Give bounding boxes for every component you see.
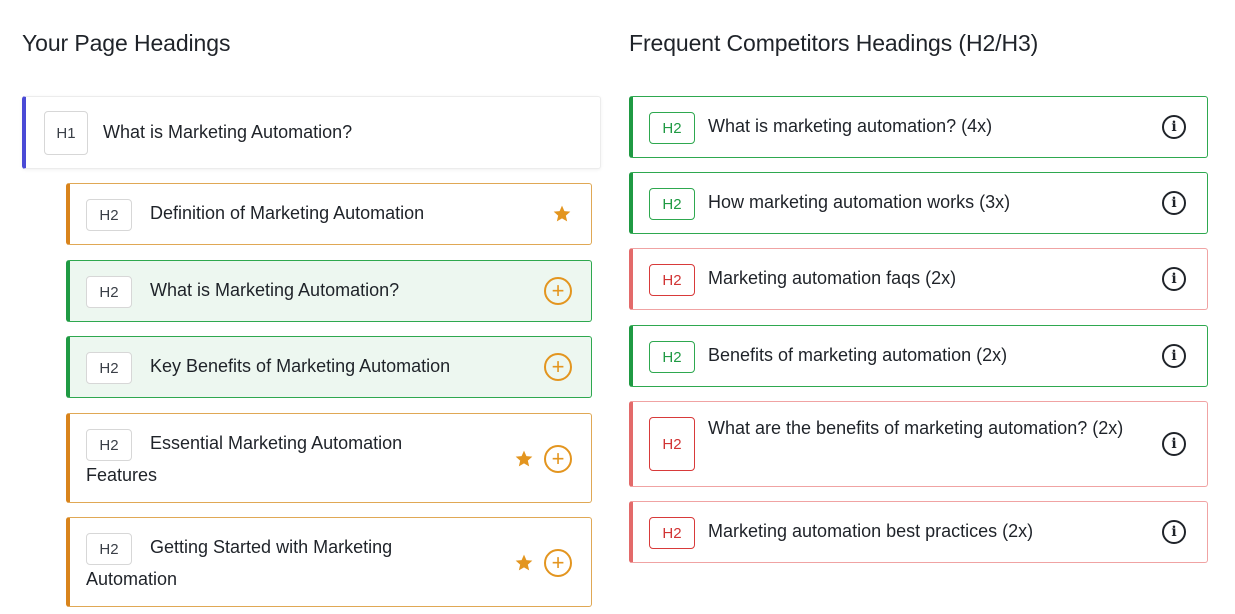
h2-tag: H2	[649, 517, 695, 549]
h2-heading-card: H2 Getting Started with Marketing Automa…	[66, 517, 592, 607]
h1-heading-text: What is Marketing Automation?	[103, 122, 353, 142]
h2-tag: H2	[86, 199, 132, 231]
competitor-heading-text: Marketing automation best practices (2x)	[708, 521, 1034, 541]
h2-heading-text: Getting Started with Marketing Automatio…	[86, 537, 393, 589]
h1-heading-card: H1 What is Marketing Automation?	[22, 96, 601, 169]
competitors-headings-title: Frequent Competitors Headings (H2/H3)	[629, 30, 1039, 56]
competitor-heading-text: How marketing automation works (3x)	[708, 192, 1011, 212]
h2-tag: H2	[649, 188, 695, 220]
star-icon[interactable]	[552, 204, 572, 224]
star-icon[interactable]	[514, 553, 534, 573]
competitor-heading-card: H2 How marketing automation works (3x) i	[629, 172, 1208, 234]
competitor-heading-card: H2 Marketing automation best practices (…	[629, 501, 1208, 563]
h2-heading-text: Key Benefits of Marketing Automation	[150, 356, 451, 376]
h2-heading-card: H2 Definition of Marketing Automation	[66, 183, 592, 245]
info-icon[interactable]: i	[1162, 432, 1186, 456]
h2-tag: H2	[649, 112, 695, 144]
info-icon[interactable]: i	[1162, 191, 1186, 215]
h2-tag: H2	[649, 417, 695, 471]
h2-heading-card: H2 Key Benefits of Marketing Automation …	[66, 336, 592, 398]
your-page-headings-title: Your Page Headings	[22, 30, 231, 56]
competitor-heading-card: H2 What are the benefits of marketing au…	[629, 401, 1208, 487]
h1-tag: H1	[44, 111, 88, 155]
info-icon[interactable]: i	[1162, 520, 1186, 544]
h2-tag: H2	[86, 276, 132, 308]
competitor-heading-text: What are the benefits of marketing autom…	[708, 418, 1124, 438]
h2-heading-text: What is Marketing Automation?	[150, 280, 400, 300]
competitor-heading-card: H2 What is marketing automation? (4x) i	[629, 96, 1208, 158]
h2-heading-card: H2 What is Marketing Automation? +	[66, 260, 592, 322]
h2-heading-text: Definition of Marketing Automation	[150, 203, 425, 223]
competitor-heading-text: Benefits of marketing automation (2x)	[708, 345, 1008, 365]
h2-tag: H2	[86, 352, 132, 384]
h2-heading-text: Essential Marketing Automation Features	[86, 433, 403, 485]
h2-heading-card: H2 Essential Marketing Automation Featur…	[66, 413, 592, 503]
h2-tag: H2	[649, 264, 695, 296]
competitor-heading-card: H2 Benefits of marketing automation (2x)…	[629, 325, 1208, 387]
add-circle-icon[interactable]: +	[544, 445, 572, 473]
add-circle-icon[interactable]: +	[544, 353, 572, 381]
competitor-heading-card: H2 Marketing automation faqs (2x) i	[629, 248, 1208, 310]
h2-tag: H2	[649, 341, 695, 373]
add-circle-icon[interactable]: +	[544, 277, 572, 305]
info-icon[interactable]: i	[1162, 267, 1186, 291]
add-circle-icon[interactable]: +	[544, 549, 572, 577]
competitor-heading-text: Marketing automation faqs (2x)	[708, 268, 957, 288]
star-icon[interactable]	[514, 449, 534, 469]
info-icon[interactable]: i	[1162, 115, 1186, 139]
competitor-heading-text: What is marketing automation? (4x)	[708, 116, 993, 136]
info-icon[interactable]: i	[1162, 344, 1186, 368]
